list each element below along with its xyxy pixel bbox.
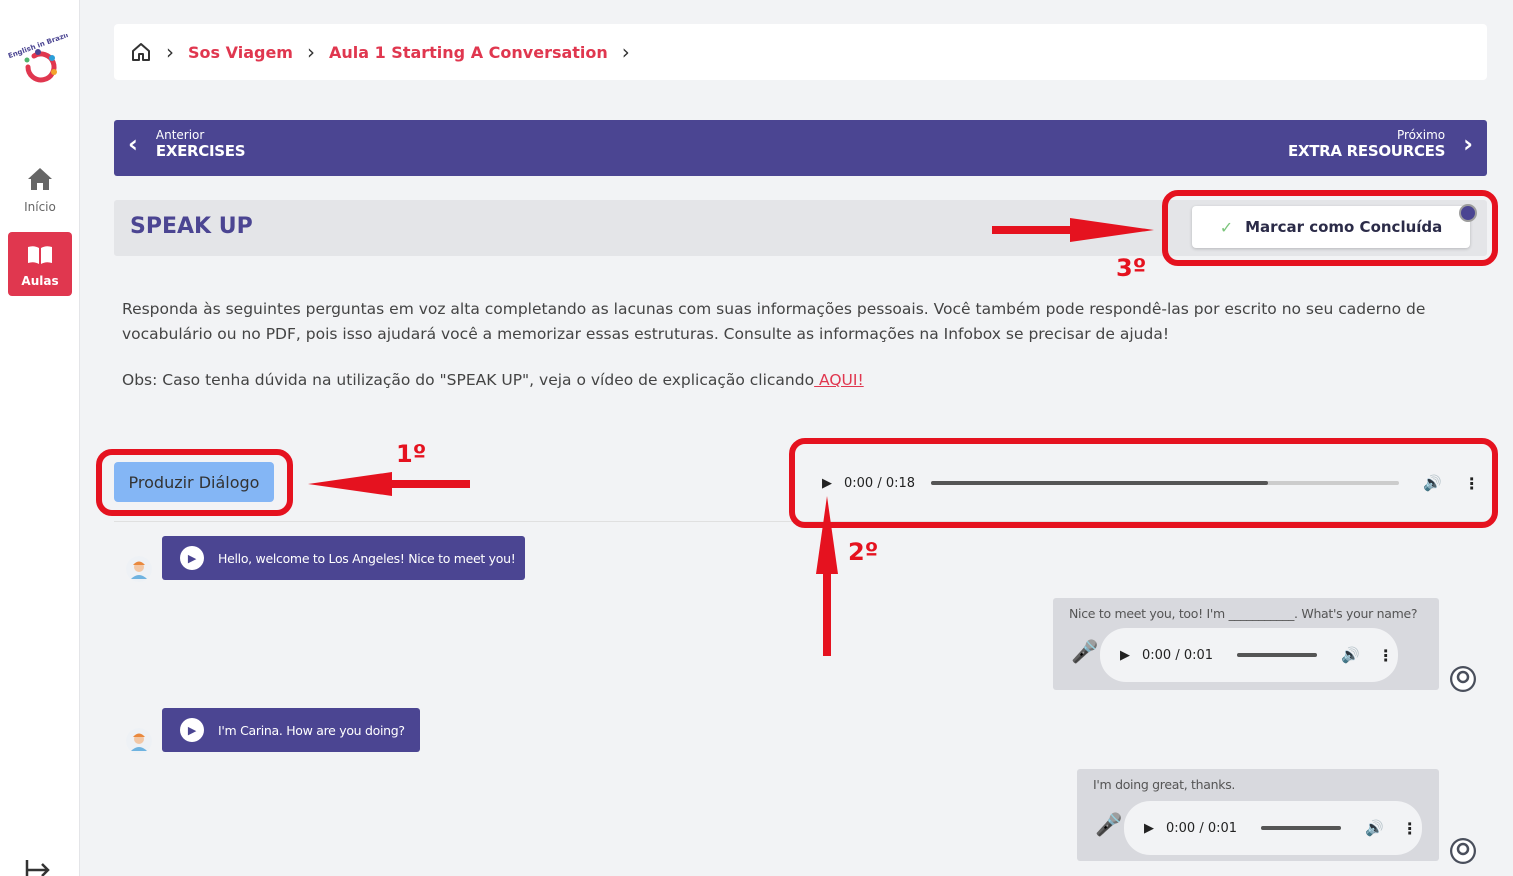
breadcrumb-item-course[interactable]: Sos Viagem xyxy=(188,43,293,62)
previous-label: Anterior xyxy=(155,128,205,142)
audio-progress-bar[interactable] xyxy=(1261,826,1342,830)
logout-icon[interactable] xyxy=(24,858,54,876)
obs-label: Obs: Caso tenha dúvida na utilização do … xyxy=(122,371,815,389)
english-in-brazil-logo[interactable]: English in Brazil xyxy=(8,34,74,100)
play-icon[interactable]: ▶ xyxy=(180,546,204,570)
user-avatar xyxy=(1450,666,1476,692)
reply-prompt: Nice to meet you, too! I'm ___________. … xyxy=(1069,606,1418,621)
bot-message: ▶ I'm Carina. How are you doing? xyxy=(162,708,420,752)
reply-audio-player: ▶ 0:00 / 0:01 🔊 ⋮ xyxy=(1124,801,1422,855)
audio-progress-bar[interactable] xyxy=(1237,653,1318,657)
book-icon xyxy=(28,246,52,264)
breadcrumb: › Sos Viagem › Aula 1 Starting A Convers… xyxy=(114,24,1487,80)
audio-progress-fill xyxy=(1261,826,1342,830)
bot-message: ▶ Hello, welcome to Los Angeles! Nice to… xyxy=(162,536,525,580)
chevron-right-icon: › xyxy=(621,40,630,64)
bot-message-text: I'm Carina. How are you doing? xyxy=(218,722,405,738)
play-icon[interactable]: ▶ xyxy=(1120,648,1130,663)
home-icon[interactable] xyxy=(130,41,152,63)
annotation-box-audio xyxy=(789,438,1498,528)
annotation-box-complete xyxy=(1162,190,1498,266)
more-options-icon[interactable]: ⋮ xyxy=(1378,646,1394,665)
play-icon[interactable]: ▶ xyxy=(180,718,204,742)
chevron-right-icon: › xyxy=(1463,130,1473,158)
next-title: EXTRA RESOURCES xyxy=(1288,142,1446,160)
lesson-navigation: ‹ Anterior EXERCISES Próximo EXTRA RESOU… xyxy=(114,120,1487,176)
chevron-right-icon: › xyxy=(166,40,174,64)
annotation-arrow-right xyxy=(992,218,1154,242)
previous-title: EXERCISES xyxy=(155,142,246,160)
user-reply: Nice to meet you, too! I'm ___________. … xyxy=(1053,598,1439,690)
bot-message-text: Hello, welcome to Los Angeles! Nice to m… xyxy=(218,550,516,566)
more-options-icon[interactable]: ⋮ xyxy=(1402,819,1418,838)
audio-time: 0:00 / 0:01 xyxy=(1142,647,1214,663)
volume-icon[interactable]: 🔊 xyxy=(1365,819,1384,837)
reply-prompt: I'm doing great, thanks. xyxy=(1093,777,1236,792)
sidebar-item-inicio[interactable]: Início xyxy=(8,162,72,226)
user-reply: I'm doing great, thanks. 🎤 ▶ 0:00 / 0:01… xyxy=(1077,769,1439,861)
next-label: Próximo xyxy=(1396,128,1446,142)
bot-avatar xyxy=(126,556,152,582)
annotation-arrow-up xyxy=(816,496,838,656)
microphone-icon[interactable]: 🎤 xyxy=(1071,640,1098,665)
volume-icon[interactable]: 🔊 xyxy=(1341,646,1360,664)
microphone-icon[interactable]: 🎤 xyxy=(1095,813,1122,838)
bot-avatar xyxy=(126,728,152,754)
chevron-right-icon: › xyxy=(306,40,315,64)
audio-progress-fill xyxy=(1237,653,1318,657)
sidebar-item-aulas[interactable]: Aulas xyxy=(8,232,72,296)
annotation-step-1: 1º xyxy=(396,440,427,468)
section-title: SPEAK UP xyxy=(130,214,253,239)
obs-text: Obs: Caso tenha dúvida na utilização do … xyxy=(122,371,864,389)
next-lesson-button[interactable]: Próximo EXTRA RESOURCES › xyxy=(1288,128,1477,160)
annotation-arrow-left xyxy=(308,472,470,496)
home-icon xyxy=(28,168,52,190)
annotation-box-produce xyxy=(96,449,293,516)
audio-time: 0:00 / 0:01 xyxy=(1166,820,1238,836)
instructions-text: Responda às seguintes perguntas em voz a… xyxy=(122,300,1426,343)
previous-lesson-button[interactable]: ‹ Anterior EXERCISES xyxy=(124,128,246,160)
sidebar: English in Brazil Início Aulas xyxy=(0,0,80,876)
breadcrumb-item-lesson[interactable]: Aula 1 Starting A Conversation xyxy=(329,43,608,62)
chevron-left-icon: ‹ xyxy=(128,130,138,158)
sidebar-item-label: Aulas xyxy=(21,274,59,288)
user-avatar xyxy=(1450,838,1476,864)
annotation-step-2: 2º xyxy=(848,538,879,566)
annotation-step-3: 3º xyxy=(1116,254,1147,282)
reply-audio-player: ▶ 0:00 / 0:01 🔊 ⋮ xyxy=(1100,628,1398,682)
play-icon[interactable]: ▶ xyxy=(1144,821,1154,836)
explanation-video-link[interactable]: AQUI! xyxy=(814,371,864,389)
sidebar-item-label: Início xyxy=(24,200,56,214)
